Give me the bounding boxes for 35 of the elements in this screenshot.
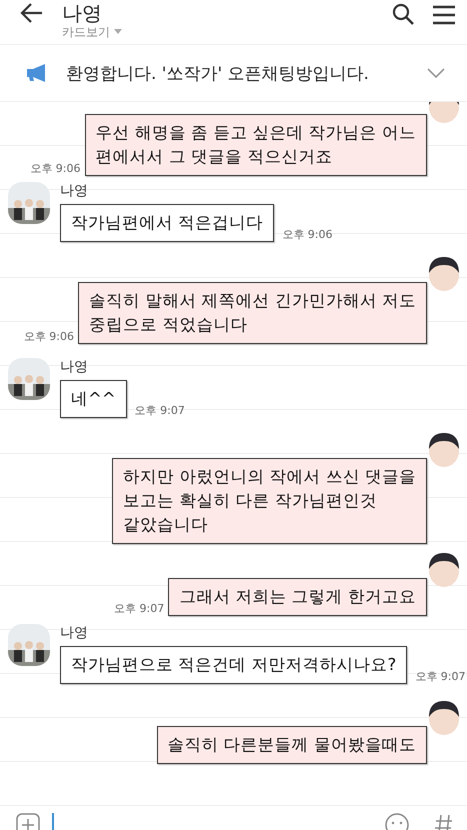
message-time: 오후 9:07 [415,669,466,684]
message-bubble: 작가님편에서 적은겁니다 [60,204,274,242]
message-bubble: 하지만 아렀언니의 작에서 쓰신 댓글을 보고는 확실히 다른 작가님편인것 같았습니다 [112,458,427,544]
message-bubble: 솔직히 말해서 제쪽에선 긴가민가해서 저도 중립으로 적었습니다 [78,282,427,344]
message-time: 오후 9:06 [24,329,74,344]
notice-text: 환영합니다. '쏘작가' 오픈채팅방입니다. [66,62,370,84]
search-icon[interactable] [391,2,415,26]
avatar-icon[interactable] [427,700,461,736]
message-time: 오후 9:07 [134,403,185,418]
avatar-icon[interactable] [8,358,50,400]
back-icon[interactable] [20,2,44,24]
avatar-icon[interactable] [427,432,461,468]
avatar-icon[interactable] [427,256,461,292]
sender-name: 나영 [60,624,89,642]
chat-title: 나영 [62,2,103,24]
message-bubble: 그래서 저희는 그렇게 한거고요 [168,578,427,616]
hashtag-icon[interactable] [435,814,453,830]
message-time: 오후 9:06 [30,161,81,176]
megaphone-icon [26,64,48,82]
message-time: 오후 9:07 [114,601,164,616]
avatar-icon[interactable] [427,552,461,588]
message-time: 오후 9:06 [282,227,332,242]
chevron-icon[interactable] [427,68,445,78]
message-bubble: 솔직히 다른분들께 물어봤을때도 [156,726,427,764]
add-icon[interactable] [16,812,40,830]
emoji-icon[interactable] [385,812,409,830]
message-bubble: 네^^ [60,380,127,418]
menu-icon[interactable] [433,5,455,25]
avatar-icon[interactable] [8,182,50,224]
avatar-icon[interactable] [8,624,50,666]
sender-name: 나영 [60,182,89,200]
message-bubble: 우선 해명을 좀 듣고 싶은데 작가님은 어느 편에서서 그 댓글을 적으신거죠 [84,114,427,176]
sender-name: 나영 [60,358,89,376]
message-bubble: 작가님편으로 적은건데 저만저격하시나요? [60,646,408,684]
card-view-link[interactable]: 카드보기 [62,24,110,40]
